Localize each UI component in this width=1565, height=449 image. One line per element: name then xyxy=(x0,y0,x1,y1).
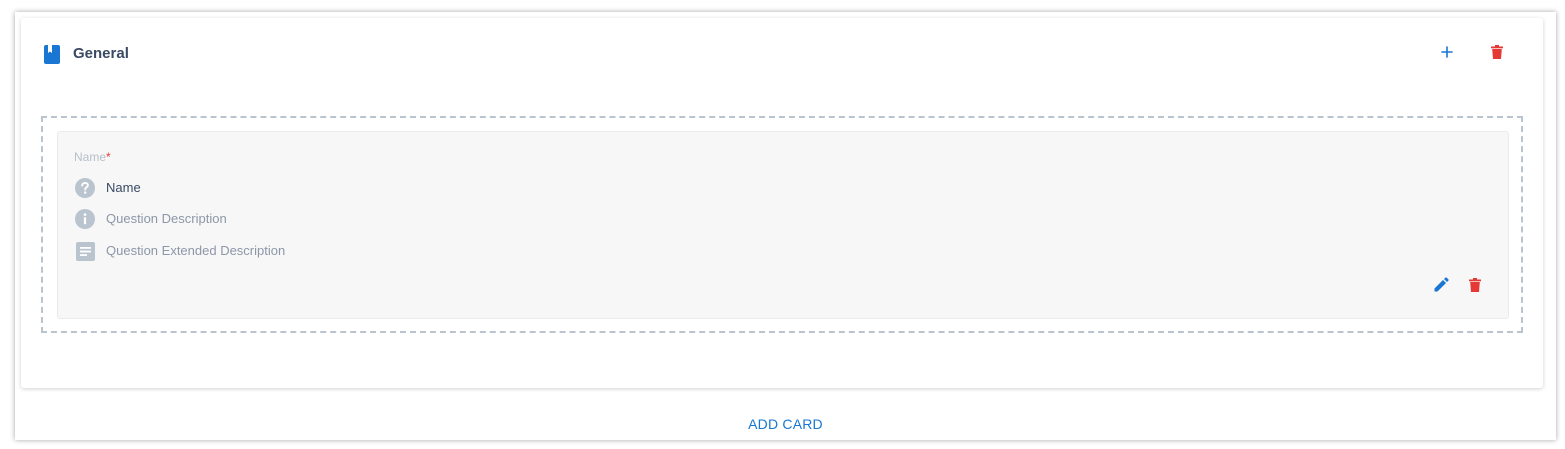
section-card: General Name* Name Question Description … xyxy=(21,18,1543,388)
help-circle-icon xyxy=(74,177,96,199)
info-icon xyxy=(74,208,96,230)
delete-question-button[interactable] xyxy=(1463,275,1487,299)
notes-icon xyxy=(74,240,96,262)
add-card-button[interactable]: ADD CARD xyxy=(15,416,1556,432)
question-extended-description-row: Question Extended Description xyxy=(74,240,285,262)
question-name-row: Name xyxy=(74,177,141,199)
question-name: Name xyxy=(106,180,141,195)
delete-card-button[interactable] xyxy=(1485,42,1509,66)
plus-icon xyxy=(1441,45,1453,63)
pencil-icon xyxy=(1434,277,1449,297)
trash-icon xyxy=(1469,277,1481,297)
question-extended-description: Question Extended Description xyxy=(106,243,286,258)
form-builder-panel: General Name* Name Question Description … xyxy=(15,12,1556,440)
question-item[interactable]: Name* Name Question Description Question… xyxy=(57,131,1509,319)
trash-icon xyxy=(1491,44,1503,64)
question-dropzone: Name* Name Question Description Question… xyxy=(41,116,1523,333)
required-marker: * xyxy=(106,150,111,164)
edit-question-button[interactable] xyxy=(1429,275,1453,299)
book-icon xyxy=(44,45,60,64)
question-description: Question Description xyxy=(106,211,227,226)
card-header: General xyxy=(21,18,1543,88)
question-description-row: Question Description xyxy=(74,208,227,230)
card-title: General xyxy=(73,45,129,62)
add-question-button[interactable] xyxy=(1435,42,1459,66)
question-label: Name* xyxy=(74,150,111,164)
